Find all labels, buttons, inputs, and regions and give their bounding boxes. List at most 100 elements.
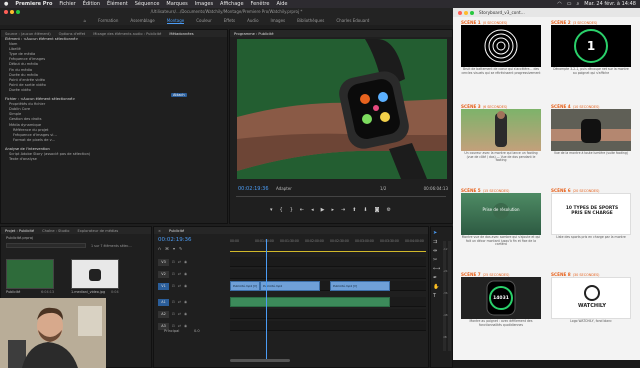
marker-icon[interactable]: ▾ <box>270 207 273 213</box>
zoom-fit-select[interactable]: Adapter <box>276 186 292 191</box>
close-button[interactable] <box>458 11 462 15</box>
menu-file[interactable]: Fichier <box>59 1 75 7</box>
step-back-icon[interactable]: ◂ <box>311 207 314 213</box>
timeline-zoom-scrollbar[interactable] <box>230 359 290 362</box>
menu-markers[interactable]: Marques <box>166 1 187 7</box>
sync-icon[interactable]: ⇄ <box>178 312 181 316</box>
menu-graphics[interactable]: Images <box>195 1 213 7</box>
menu-sequence[interactable]: Séquence <box>135 1 160 7</box>
lock-icon[interactable]: ⊡ <box>172 260 175 264</box>
pen-tool-icon[interactable]: ✒ <box>433 275 439 281</box>
sync-icon[interactable]: ⇄ <box>178 284 181 288</box>
eye-icon[interactable]: ◉ <box>184 260 187 264</box>
playback-resolution[interactable]: 1/2 <box>380 186 386 191</box>
add-marker-icon[interactable]: ▾ <box>173 246 175 251</box>
work-area-bar[interactable] <box>230 251 426 252</box>
step-forward-icon[interactable]: ▸ <box>331 207 334 213</box>
minimize-button[interactable] <box>10 10 14 14</box>
tab-program[interactable]: Programme : Publicité <box>234 32 274 36</box>
monitor-scrubber[interactable] <box>236 196 446 197</box>
mark-out-icon[interactable]: } <box>290 207 293 213</box>
app-menu[interactable]: Premiere Pro <box>15 1 52 7</box>
tab-audio-mixer[interactable]: Mixage des éléments audio : Publicité <box>93 32 161 36</box>
clock[interactable]: Mar. 24 févr. à 14:48 <box>584 1 636 7</box>
track-lane[interactable] <box>230 321 426 331</box>
go-to-out-icon[interactable]: ⇥ <box>341 207 345 213</box>
lock-icon[interactable]: ⊡ <box>172 312 175 316</box>
image-thumbnail[interactable] <box>71 259 119 289</box>
playhead[interactable] <box>266 239 267 359</box>
eye-icon[interactable]: ◉ <box>184 284 187 288</box>
export-frame-icon[interactable]: ◙ <box>375 207 380 213</box>
eye-icon[interactable]: ◉ <box>184 312 187 316</box>
zoom-button[interactable] <box>16 10 20 14</box>
workspace-tab[interactable]: Assemblage <box>130 18 154 23</box>
workspace-tab[interactable]: Charles Edouard <box>336 18 369 23</box>
track-target-toggle[interactable]: A1 <box>158 298 169 306</box>
menu-edit[interactable]: Édition <box>83 1 100 7</box>
tab-sequence[interactable]: Publicité <box>169 229 184 233</box>
tab-library[interactable]: Chaîne : Studio <box>42 229 69 233</box>
workspace-tab[interactable]: Effets <box>224 18 235 23</box>
sync-icon[interactable]: ⇄ <box>178 272 181 276</box>
workspace-tab[interactable]: Couleur <box>196 18 212 23</box>
zoom-button[interactable] <box>470 11 474 15</box>
lock-icon[interactable]: ⊡ <box>172 284 175 288</box>
tab-media-browser[interactable]: Explorateur de médias <box>78 229 119 233</box>
menu-view[interactable]: Affichage <box>220 1 244 7</box>
attach-badge[interactable]: Attach <box>171 93 187 97</box>
track-lane[interactable] <box>230 269 426 279</box>
type-tool-icon[interactable]: T <box>433 293 439 299</box>
selection-tool-icon[interactable]: ➤ <box>433 230 439 236</box>
lock-icon[interactable]: ⊡ <box>172 324 175 328</box>
search-icon[interactable]: ⌕ <box>576 1 579 7</box>
workspace-tab[interactable]: Images <box>271 18 286 23</box>
tab-project[interactable]: Projet : Publicité <box>5 229 34 233</box>
battery-icon[interactable]: ▭ <box>567 1 572 7</box>
razor-tool-icon[interactable]: ✂ <box>433 257 439 263</box>
track-target-toggle[interactable]: V1 <box>158 282 169 290</box>
minimize-button[interactable] <box>464 11 468 15</box>
master-volume[interactable]: 0.0 <box>194 329 200 333</box>
wifi-icon[interactable]: ◠ <box>557 1 561 7</box>
playhead-timecode[interactable]: 00:02:19:36 <box>238 186 269 192</box>
timeline-timecode[interactable]: 00:02:19:36 <box>158 237 192 243</box>
sync-icon[interactable]: ⇄ <box>178 324 181 328</box>
track-lane[interactable] <box>230 257 426 267</box>
tab-effect-controls[interactable]: Options d'effet <box>59 32 86 36</box>
wrench-icon[interactable]: ✎ <box>179 246 182 251</box>
timeline-ruler[interactable]: 00:00 00:01:00:00 00:01:30:00 00:02:00:00 00… <box>230 239 426 251</box>
video-clip[interactable]: Publicité.mp4 [V] <box>230 281 260 291</box>
lock-icon[interactable]: ⊡ <box>172 272 175 276</box>
clip-thumbnail[interactable] <box>6 259 54 289</box>
eye-icon[interactable]: ◉ <box>184 300 187 304</box>
audio-clip[interactable] <box>230 297 390 307</box>
menu-help[interactable]: Aide <box>276 1 287 7</box>
eye-icon[interactable]: ◉ <box>184 272 187 276</box>
go-to-in-icon[interactable]: ⇤ <box>300 207 304 213</box>
settings-icon[interactable]: ⚙ <box>386 207 390 213</box>
close-tab-icon[interactable]: × <box>158 229 161 233</box>
video-clip[interactable]: Publicité.mp4 <box>260 281 320 291</box>
lift-icon[interactable]: ⬆ <box>352 207 356 213</box>
tab-source[interactable]: Source : (aucun élément) <box>5 32 51 36</box>
apple-menu-icon[interactable]: ● <box>4 1 8 7</box>
menu-window[interactable]: Fenêtre <box>251 1 270 7</box>
track-target-toggle[interactable]: A2 <box>158 310 169 318</box>
close-button[interactable] <box>4 10 8 14</box>
program-video-frame[interactable] <box>237 39 447 179</box>
track-select-icon[interactable]: ⇉ <box>433 239 439 245</box>
workspace-tab[interactable]: Bibliothèques <box>297 18 324 23</box>
extract-icon[interactable]: ⬇ <box>363 207 367 213</box>
snap-icon[interactable]: ∩ <box>158 246 161 251</box>
tab-metadata[interactable]: Métadonnées <box>169 32 193 36</box>
mark-in-icon[interactable]: { <box>280 207 283 213</box>
ripple-edit-icon[interactable]: ⇹ <box>433 248 439 254</box>
hand-tool-icon[interactable]: ✋ <box>433 284 439 290</box>
linked-icon[interactable]: ⌘ <box>165 246 169 251</box>
play-icon[interactable]: ▶ <box>321 207 325 213</box>
slip-tool-icon[interactable]: ⟷ <box>433 266 440 272</box>
lock-icon[interactable]: ⊡ <box>172 300 175 304</box>
track-target-toggle[interactable]: V3 <box>158 258 169 266</box>
home-icon[interactable]: ⌂ <box>84 18 87 23</box>
